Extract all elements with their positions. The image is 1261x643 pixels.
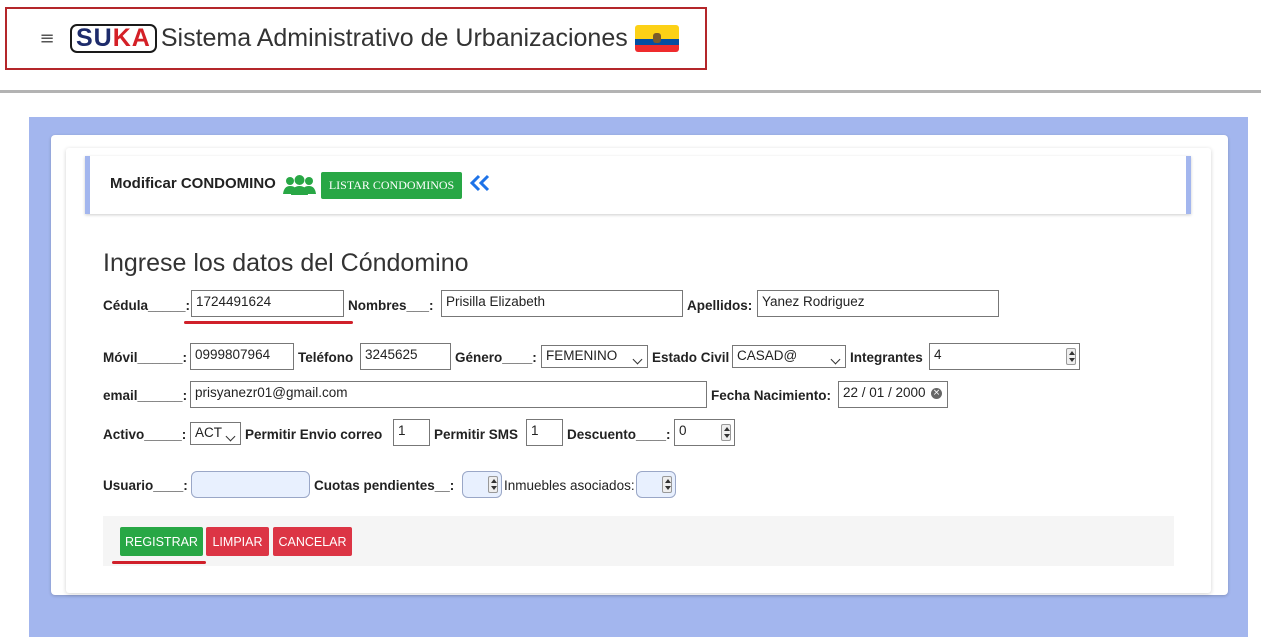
inmuebles-input[interactable] [636,471,676,498]
usuario-input[interactable] [191,471,310,498]
cuotas-input[interactable] [462,471,502,498]
descuento-value: 0 [679,423,687,438]
estado-civil-select[interactable]: CASAD@ [732,345,846,368]
genero-value: FEMENINO [546,348,618,363]
estado-civil-value: CASAD@ [737,348,798,363]
nombres-label: Nombres___: [348,298,434,313]
logo-su: SU [76,24,113,52]
genero-select[interactable]: FEMENINO [541,345,648,368]
sms-input[interactable]: 1 [526,419,563,446]
app-title: Sistema Administrativo de Urbanizaciones [160,24,628,52]
fecha-nacimiento-label: Fecha Nacimiento: [711,388,832,403]
logo-ka: KA [112,24,151,52]
cedula-label: Cédula_____: [103,298,191,313]
cuotas-label: Cuotas pendientes__: [314,478,455,493]
sms-label: Permitir SMS [434,427,519,442]
apellidos-input[interactable]: Yanez Rodriguez [757,290,999,317]
integrantes-label: Integrantes [850,350,923,365]
integrantes-spinner[interactable] [1066,348,1076,365]
activo-value: ACT [195,425,222,440]
fecha-nacimiento-value: 22 / 01 / 2000 [843,385,926,400]
activo-label: Activo_____: [103,427,187,442]
list-condominos-button[interactable]: LISTAR CONDOMINOS [320,171,463,199]
ecuador-flag-icon [634,25,679,52]
cuotas-spinner[interactable] [488,476,498,493]
integrantes-value: 4 [934,347,942,362]
top-navbar: ≡ SU KA Sistema Administrativo de Urbaniz… [0,0,1261,93]
email-label: email______: [103,388,188,403]
panel-header: Modificar CONDOMINO LISTAR CONDOMINOS [85,156,1191,214]
genero-label: Género____: [455,350,537,365]
cancelar-button[interactable]: CANCELAR [273,527,352,556]
inmuebles-label: Inmuebles asociados: [504,478,635,493]
usuario-label: Usuario____: [103,478,188,493]
descuento-input[interactable]: 0 [674,419,735,446]
telefono-input[interactable]: 3245625 [360,343,451,370]
apellidos-label: Apellidos: [687,298,753,313]
registrar-highlight [112,561,206,564]
cedula-input[interactable]: 1724491624 [191,290,344,317]
hamburger-icon[interactable]: ≡ [37,28,57,49]
descuento-spinner[interactable] [721,424,731,441]
envio-correo-label: Permitir Envio correo [245,427,383,442]
registrar-button[interactable]: REGISTRAR [120,527,203,556]
telefono-label: Teléfono [298,350,354,365]
movil-label: Móvil______: [103,350,188,365]
estado-civil-label: Estado Civil [652,350,730,365]
suka-logo: SU KA [70,24,157,53]
inmuebles-spinner[interactable] [662,476,672,493]
integrantes-input[interactable]: 4 [929,343,1080,370]
limpiar-button[interactable]: LIMPIAR [206,527,269,556]
envio-correo-input[interactable]: 1 [393,419,430,446]
descuento-label: Descuento____: [567,427,671,442]
clear-date-icon[interactable]: × [931,388,942,399]
movil-input[interactable]: 0999807964 [190,343,294,370]
activo-select[interactable]: ACT [190,422,241,445]
nombres-input[interactable]: Prisilla Elizabeth [441,290,683,317]
email-input[interactable]: prisyanezr01@gmail.com [190,381,707,408]
double-chevron-left-icon[interactable] [469,174,491,197]
fecha-nacimiento-input[interactable]: 22 / 01 / 2000 × [838,381,948,408]
panel-title: Modificar CONDOMINO [110,174,276,192]
users-icon [282,174,316,196]
brand-box: ≡ SU KA Sistema Administrativo de Urbaniz… [5,7,707,70]
form-heading: Ingrese los datos del Cóndomino [103,249,469,277]
cedula-highlight [184,321,353,324]
